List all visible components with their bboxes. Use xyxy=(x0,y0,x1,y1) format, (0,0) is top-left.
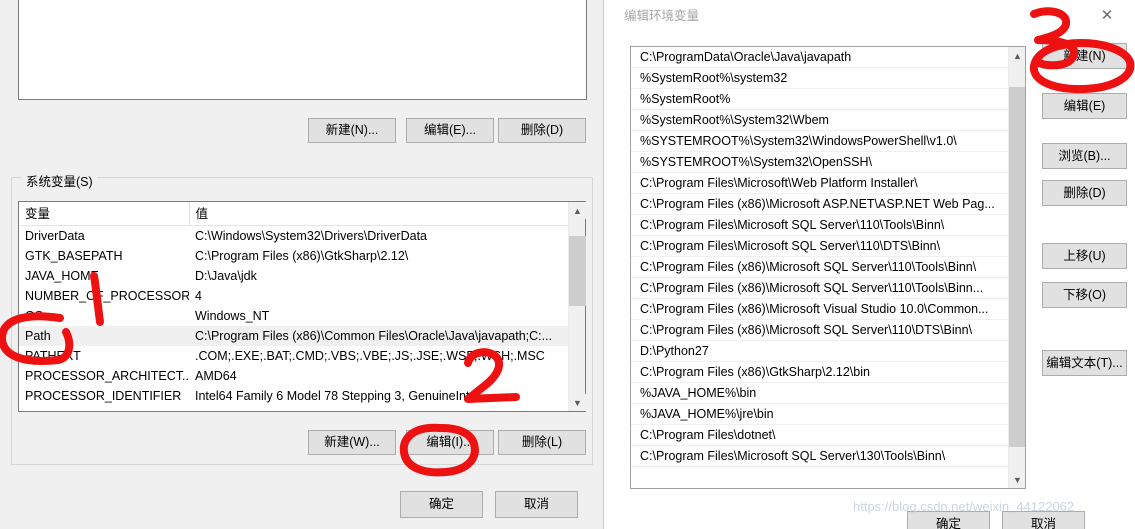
path-new-button[interactable]: 新建(N) xyxy=(1042,43,1127,69)
variable-name-cell: PROCESSOR_ARCHITECT... xyxy=(25,369,189,383)
variable-value-cell: .COM;.EXE;.BAT;.CMD;.VBS;.VBE;.JS;.JSE;.… xyxy=(195,349,545,363)
variable-value-cell: D:\Java\jdk xyxy=(195,269,257,283)
path-list-item[interactable]: %SystemRoot%\system32 xyxy=(631,68,1010,89)
path-list-item[interactable]: C:\Program Files (x86)\Microsoft SQL Ser… xyxy=(631,320,1010,341)
variable-value-cell: C:\Program Files (x86)\GtkSharp\2.12\ xyxy=(195,249,409,263)
system-variables-table: 变量 值 DriverData C:\Windows\System32\Drive… xyxy=(19,202,568,406)
system-delete-button[interactable]: 删除(L) xyxy=(498,430,586,455)
path-move-up-button[interactable]: 上移(U) xyxy=(1042,243,1127,269)
table-row[interactable]: Path C:\Program Files (x86)\Common Files\… xyxy=(19,326,568,346)
table-row[interactable]: NUMBER_OF_PROCESSORS 4 xyxy=(19,286,568,306)
variable-name-cell: DriverData xyxy=(25,229,85,243)
close-icon[interactable]: ✕ xyxy=(1085,0,1129,29)
path-list-item[interactable]: C:\Program Files (x86)\GtkSharp\2.12\bin xyxy=(631,362,1010,383)
system-edit-button[interactable]: 编辑(I)... xyxy=(406,430,494,455)
path-browse-button[interactable]: 浏览(B)... xyxy=(1042,143,1127,169)
table-row[interactable]: PROCESSOR_ARCHITECT... AMD64 xyxy=(19,366,568,386)
path-scrollbar-thumb[interactable] xyxy=(1009,87,1025,447)
variable-value-cell: C:\Windows\System32\Drivers\DriverData xyxy=(195,229,427,243)
right-window-title: 编辑环境变量 xyxy=(624,9,700,23)
path-list-item[interactable]: %SYSTEMROOT%\System32\OpenSSH\ xyxy=(631,152,1010,173)
user-delete-button[interactable]: 删除(D) xyxy=(498,118,586,143)
variable-value-cell: AMD64 xyxy=(195,369,237,383)
variable-name-cell: NUMBER_OF_PROCESSORS xyxy=(25,289,189,303)
right-ok-button[interactable]: 确定 xyxy=(907,511,990,529)
path-edit-text-button[interactable]: 编辑文本(T)... xyxy=(1042,350,1127,376)
path-move-down-button[interactable]: 下移(O) xyxy=(1042,282,1127,308)
variable-value-cell: Windows_NT xyxy=(195,309,270,323)
path-list-item[interactable]: %SystemRoot% xyxy=(631,89,1010,110)
table-header-row: 变量 值 xyxy=(19,202,568,226)
column-header-variable[interactable]: 变量 xyxy=(19,202,189,226)
path-list-item[interactable]: %JAVA_HOME%\bin xyxy=(631,383,1010,404)
table-row[interactable]: PATHEXT .COM;.EXE;.BAT;.CMD;.VBS;.VBE;.JS… xyxy=(19,346,568,366)
path-edit-button[interactable]: 编辑(E) xyxy=(1042,93,1127,119)
path-list-scrollbar[interactable]: ▲ ▼ xyxy=(1008,47,1025,488)
path-list-item[interactable]: C:\Program Files (x86)\Microsoft Visual … xyxy=(631,299,1010,320)
path-list-item[interactable]: C:\Program Files\Microsoft\Web Platform … xyxy=(631,173,1010,194)
path-entries-listbox[interactable]: C:\ProgramData\Oracle\Java\javapath %Syst… xyxy=(630,46,1026,489)
variable-value-cell: 4 xyxy=(195,289,202,303)
user-new-button[interactable]: 新建(N)... xyxy=(308,118,396,143)
user-variables-listbox[interactable] xyxy=(18,0,587,100)
path-entries-container: C:\ProgramData\Oracle\Java\javapath %Syst… xyxy=(631,47,1010,467)
variable-name-cell: PATHEXT xyxy=(25,349,81,363)
variable-name-cell: JAVA_HOME xyxy=(25,269,99,283)
user-edit-button[interactable]: 编辑(E)... xyxy=(406,118,494,143)
variable-value-cell: Intel64 Family 6 Model 78 Stepping 3, Ge… xyxy=(195,389,480,403)
path-list-item[interactable]: %SYSTEMROOT%\System32\WindowsPowerShell\… xyxy=(631,131,1010,152)
right-titlebar: 编辑环境变量 ✕ xyxy=(608,0,1135,30)
left-ok-button[interactable]: 确定 xyxy=(400,491,483,518)
variable-name-cell: OS xyxy=(25,309,44,323)
left-cancel-button[interactable]: 取消 xyxy=(495,491,578,518)
environment-variables-dialog: 新建(N)... 编辑(E)... 删除(D) 系统变量(S) 变量 值 Dri… xyxy=(0,0,604,529)
path-delete-button[interactable]: 删除(D) xyxy=(1042,180,1127,206)
right-cancel-button[interactable]: 取消 xyxy=(1002,511,1085,529)
system-variables-listbox[interactable]: 变量 值 DriverData C:\Windows\System32\Drive… xyxy=(18,201,586,412)
path-list-item[interactable]: C:\Program Files\dotnet\ xyxy=(631,425,1010,446)
path-list-item[interactable]: C:\Program Files\Microsoft SQL Server\11… xyxy=(631,215,1010,236)
path-list-item[interactable]: C:\Program Files\Microsoft SQL Server\11… xyxy=(631,236,1010,257)
system-variables-group-label: 系统变量(S) xyxy=(22,171,97,190)
system-variables-scrollbar[interactable]: ▲ ▼ xyxy=(568,202,586,411)
table-row[interactable]: GTK_BASEPATH C:\Program Files (x86)\GtkSh… xyxy=(19,246,568,266)
path-list-item[interactable]: C:\Program Files\Microsoft SQL Server\13… xyxy=(631,446,1010,467)
table-row[interactable]: JAVA_HOME D:\Java\jdk xyxy=(19,266,568,286)
edit-environment-variable-dialog: 编辑环境变量 ✕ C:\ProgramData\Oracle\Java\java… xyxy=(608,0,1135,529)
scroll-up-icon[interactable]: ▲ xyxy=(569,202,586,219)
table-row[interactable]: DriverData C:\Windows\System32\Drivers\Dr… xyxy=(19,226,568,247)
path-list-item[interactable]: C:\Program Files (x86)\Microsoft ASP.NET… xyxy=(631,194,1010,215)
path-list-item[interactable]: %JAVA_HOME%\jre\bin xyxy=(631,404,1010,425)
variable-name-cell: PROCESSOR_IDENTIFIER xyxy=(25,389,182,403)
path-scroll-down-icon[interactable]: ▼ xyxy=(1009,471,1025,488)
variable-name-cell: GTK_BASEPATH xyxy=(25,249,123,263)
scrollbar-thumb[interactable] xyxy=(569,236,586,306)
variable-value-cell: C:\Program Files (x86)\Common Files\Orac… xyxy=(189,326,568,346)
screenshot-root: 新建(N)... 编辑(E)... 删除(D) 系统变量(S) 变量 值 Dri… xyxy=(0,0,1135,529)
table-row[interactable]: PROCESSOR_IDENTIFIER Intel64 Family 6 Mod… xyxy=(19,386,568,406)
variable-name-cell: Path xyxy=(19,326,189,346)
path-scroll-up-icon[interactable]: ▲ xyxy=(1009,47,1025,64)
path-list-item[interactable]: %SystemRoot%\System32\Wbem xyxy=(631,110,1010,131)
table-row[interactable]: OS Windows_NT xyxy=(19,306,568,326)
path-list-item[interactable]: C:\Program Files (x86)\Microsoft SQL Ser… xyxy=(631,278,1010,299)
column-header-value[interactable]: 值 xyxy=(188,202,568,226)
system-new-button[interactable]: 新建(W)... xyxy=(308,430,396,455)
path-list-item[interactable]: D:\Python27 xyxy=(631,341,1010,362)
scroll-down-icon[interactable]: ▼ xyxy=(569,394,586,411)
path-list-item[interactable]: C:\ProgramData\Oracle\Java\javapath xyxy=(631,47,1010,68)
path-list-item[interactable]: C:\Program Files (x86)\Microsoft SQL Ser… xyxy=(631,257,1010,278)
